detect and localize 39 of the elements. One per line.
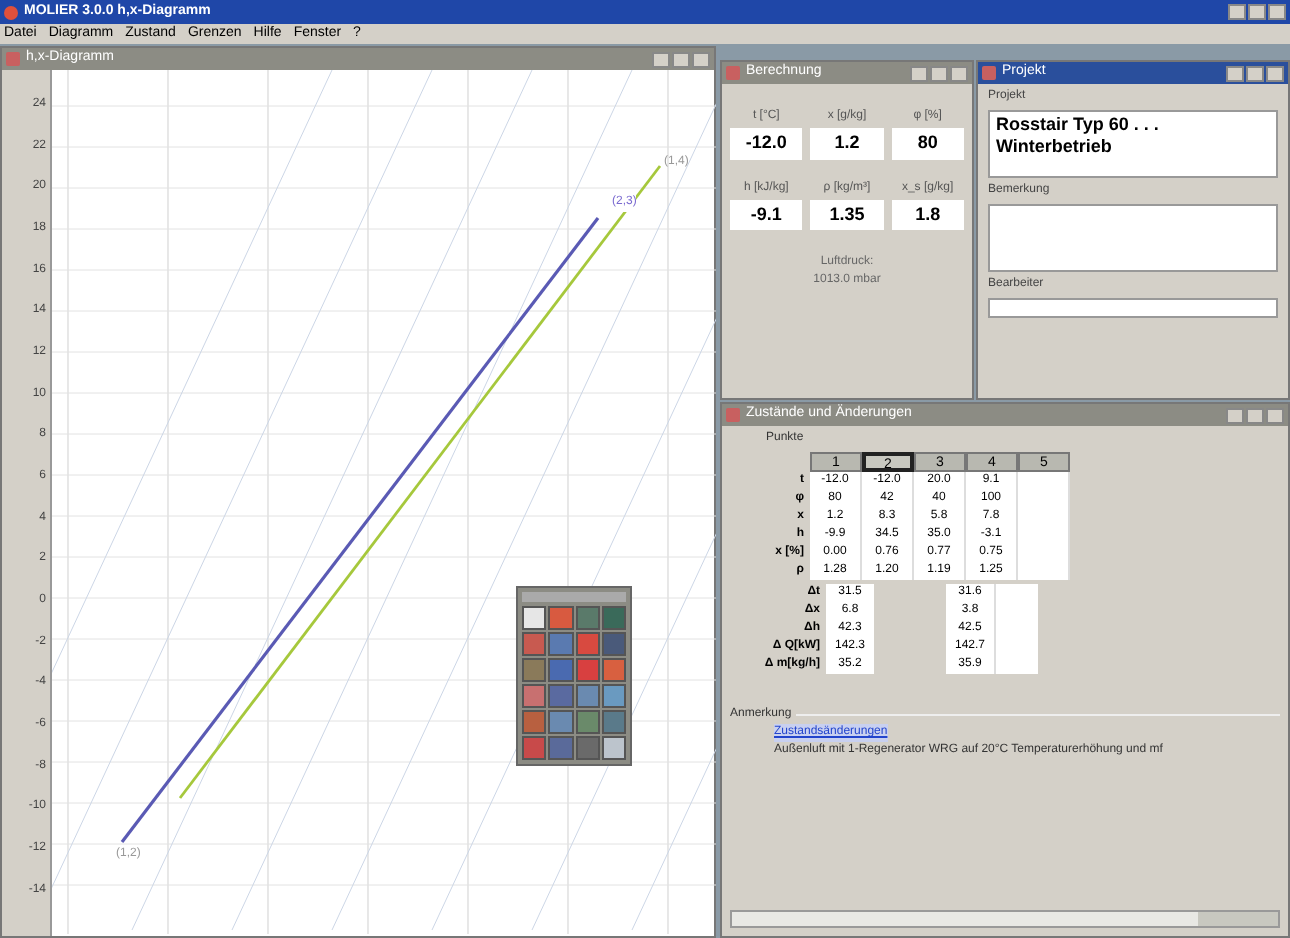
window-icon <box>726 408 740 422</box>
close-button[interactable] <box>1266 407 1284 423</box>
minimize-button[interactable] <box>1226 407 1244 423</box>
maximize-button[interactable] <box>672 51 690 67</box>
table-cell <box>994 656 1038 674</box>
tool-icon[interactable] <box>522 606 547 630</box>
table-cell <box>994 584 1038 602</box>
close-button[interactable] <box>950 65 968 81</box>
tool-icon[interactable] <box>601 736 626 760</box>
minimize-button[interactable] <box>910 65 928 81</box>
maximize-button[interactable] <box>930 65 948 81</box>
text-field[interactable]: Rosstair Typ 60 . . . Winterbetrieb <box>988 110 1278 178</box>
tool-icon[interactable] <box>601 684 626 708</box>
close-button[interactable] <box>1268 4 1286 20</box>
value-field[interactable]: -12.0 <box>730 128 803 159</box>
close-button[interactable] <box>692 51 710 67</box>
window-icon <box>726 66 740 80</box>
minimize-button[interactable] <box>1226 65 1244 81</box>
window-icon <box>6 52 20 66</box>
maximize-button[interactable] <box>1246 65 1264 81</box>
app-icon <box>4 5 18 19</box>
maximize-button[interactable] <box>1248 4 1266 20</box>
table-cell <box>1018 562 1070 580</box>
text-field[interactable] <box>988 204 1278 272</box>
text-field[interactable] <box>988 298 1278 318</box>
palette-title-bar <box>522 592 626 602</box>
value-field[interactable]: 1.35 <box>810 199 884 230</box>
minimize-button[interactable] <box>1228 4 1246 20</box>
table-cell <box>1018 472 1070 490</box>
maximize-button[interactable] <box>1246 407 1264 423</box>
window-icon <box>982 66 996 80</box>
value-field[interactable]: -9.1 <box>730 199 803 230</box>
horizontal-scrollbar[interactable] <box>730 910 1280 928</box>
value-field[interactable]: 1.2 <box>810 128 884 159</box>
value-field[interactable]: 80 <box>891 128 964 159</box>
minimize-button[interactable] <box>652 51 670 67</box>
value-field[interactable]: 1.8 <box>891 199 964 230</box>
close-button[interactable] <box>1266 65 1284 81</box>
scrollbar-thumb[interactable] <box>1198 912 1278 926</box>
